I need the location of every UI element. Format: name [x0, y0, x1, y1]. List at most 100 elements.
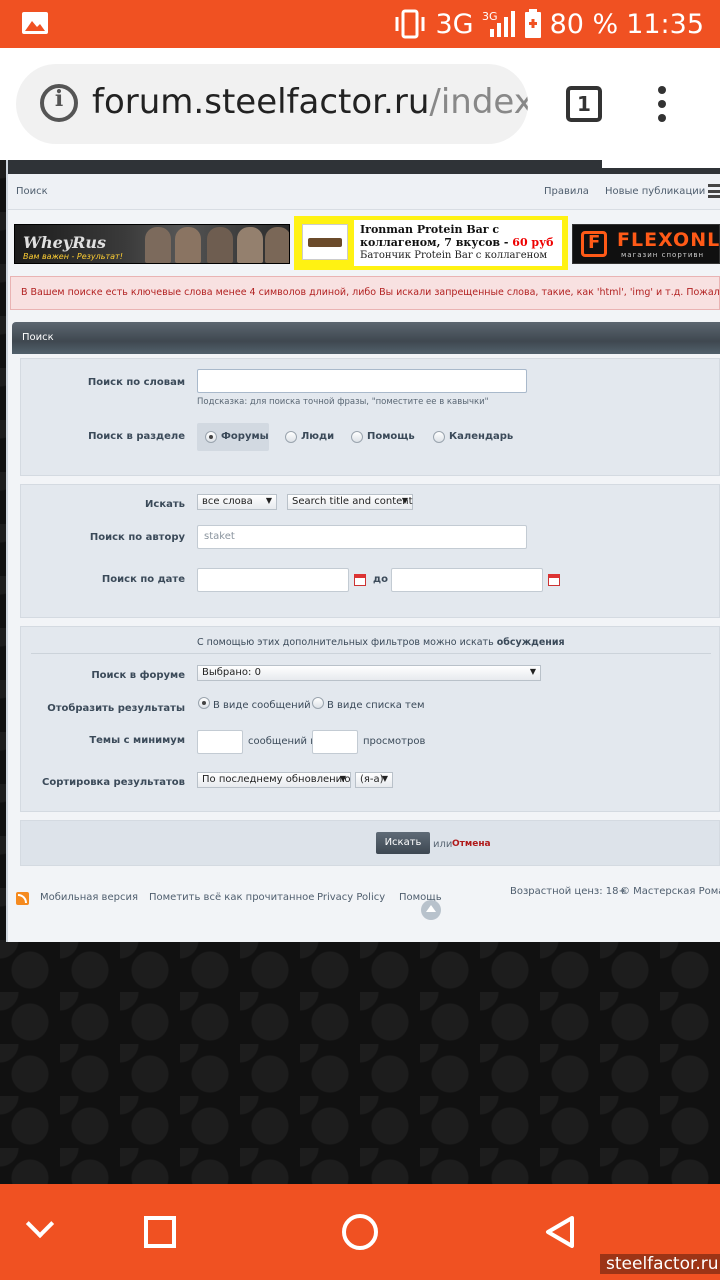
sub-navbar: Поиск Правила Новые публикации [8, 174, 720, 210]
section-calendar-label[interactable]: Календарь [449, 431, 513, 442]
forum-select[interactable]: Выбрано: 0 ▼ [197, 665, 541, 681]
chevron-down-icon: ▼ [529, 667, 536, 676]
find-select[interactable]: все слова ▼ [197, 494, 277, 510]
min-label: Темы с минимум [89, 735, 185, 746]
sort-label: Сортировка результатов [42, 777, 185, 788]
radio-help[interactable] [351, 431, 363, 443]
signal-icon: 3G [482, 10, 515, 37]
order-select[interactable]: (я-а) ▼ [355, 772, 393, 788]
date-to-label: до [373, 574, 388, 585]
panel-title: Поиск [12, 322, 720, 354]
chevron-down-icon: ▼ [339, 774, 346, 783]
min-posts-text: сообщений и [248, 736, 317, 747]
chevron-down-icon[interactable] [25, 1209, 55, 1239]
flex-slogan: магазин спортивн [621, 251, 705, 259]
watermark: steelfactor.ru [600, 1254, 720, 1274]
copyright: © Мастерская Роман [620, 886, 720, 897]
find-label: Искать [145, 499, 185, 510]
battery-percent: 80 % [549, 8, 619, 40]
author-label: Поиск по автору [89, 532, 185, 543]
chevron-down-icon: ▼ [381, 774, 388, 783]
back-button[interactable] [544, 1216, 576, 1248]
whey-banner[interactable]: WheyRus Вам важен - Результат! [14, 224, 290, 264]
flex-name: FLEXONL [617, 229, 720, 251]
image-notification-icon [22, 12, 48, 34]
radio-forums[interactable] [205, 431, 217, 443]
flexonline-banner[interactable]: FLEXONL магазин спортивн [572, 224, 720, 264]
rss-icon[interactable] [16, 892, 29, 905]
display-posts-label[interactable]: В виде сообщений [213, 700, 311, 711]
cancel-link[interactable]: Отмена [452, 839, 491, 849]
min-views-input[interactable] [312, 730, 358, 754]
sort-select[interactable]: По последнему обновлению ▼ [197, 772, 351, 788]
tabs-button[interactable]: 1 [566, 86, 602, 122]
search-options-section: Искать все слова ▼ Search title and conte… [20, 484, 720, 618]
nav-rules-link[interactable]: Правила [544, 186, 589, 197]
error-message: В Вашем поиске есть ключевые слова менее… [10, 276, 720, 310]
advanced-filters-section: С помощью этих дополнительных фильтров м… [20, 626, 720, 812]
battery-charging-icon [524, 9, 541, 38]
date-label: Поиск по дате [101, 574, 185, 585]
section-help-label[interactable]: Помощь [367, 431, 415, 442]
filters-note: С помощью этих дополнительных фильтров м… [197, 637, 565, 648]
network-type: 3G [435, 8, 474, 40]
url-text[interactable]: forum.steelfactor.ru/index [92, 82, 528, 122]
chevron-down-icon: ▼ [401, 496, 408, 505]
mobile-version-link[interactable]: Мобильная версия [40, 892, 138, 903]
clock: 11:35 [626, 8, 704, 40]
flex-logo-icon [581, 231, 607, 257]
status-bar: 3G 3G 80 % 11:35 [0, 0, 720, 48]
section-label: Поиск в разделе [88, 431, 185, 442]
calendar-icon[interactable] [548, 574, 560, 586]
keywords-input[interactable] [197, 369, 527, 393]
privacy-link[interactable]: Privacy Policy [317, 892, 385, 903]
home-button[interactable] [342, 1214, 378, 1250]
scope-select[interactable]: Search title and content ▼ [287, 494, 413, 510]
date-to-input[interactable] [391, 568, 543, 592]
age-rating: Возрастной ценз: 18+ [510, 886, 627, 897]
top-navbar [8, 160, 720, 174]
info-icon[interactable] [40, 84, 78, 122]
address-bar[interactable]: forum.steelfactor.ru/index [16, 64, 528, 144]
svg-text:3G: 3G [482, 10, 498, 23]
section-people-label[interactable]: Люди [301, 431, 334, 442]
footer: Мобильная версия Пометить всё как прочит… [8, 878, 720, 918]
nav-search-link[interactable]: Поиск [16, 186, 48, 197]
search-keywords-section: Поиск по словам Подсказка: для поиска то… [20, 358, 720, 476]
more-vert-icon[interactable] [658, 86, 670, 126]
whey-slogan: Вам важен - Результат! [23, 252, 123, 261]
search-submit-button[interactable]: Искать [376, 832, 430, 854]
calendar-icon[interactable] [354, 574, 366, 586]
author-input[interactable]: staket [197, 525, 527, 549]
date-from-input[interactable] [197, 568, 349, 592]
whey-logo-text: WheyRus [23, 233, 107, 252]
forum-label: Поиск в форуме [91, 670, 185, 681]
list-icon[interactable] [708, 184, 720, 198]
keywords-label: Поиск по словам [87, 377, 185, 388]
ironman-ad-banner[interactable]: Ironman Protein Bar с коллагеном, 7 вкус… [294, 216, 568, 270]
display-topics-label[interactable]: В виде списка тем [327, 700, 425, 711]
radio-display-topics[interactable] [312, 697, 324, 709]
submit-row [20, 820, 720, 866]
protein-bar-image [302, 224, 348, 260]
nav-new-posts-link[interactable]: Новые публикации [605, 186, 705, 197]
ad-title: Ironman Protein Bar с коллагеном, 7 вкус… [360, 223, 509, 249]
section-forums-label[interactable]: Форумы [221, 431, 269, 442]
keywords-hint: Подсказка: для поиска точной фразы, "пом… [197, 397, 489, 407]
chevron-down-icon: ▼ [265, 496, 272, 505]
display-label: Отобразить результаты [47, 703, 185, 714]
mark-read-link[interactable]: Пометить всё как прочитанное [149, 892, 314, 903]
ad-price: 60 руб [512, 236, 554, 249]
radio-calendar[interactable] [433, 431, 445, 443]
recents-button[interactable] [144, 1216, 176, 1248]
vibrate-icon [395, 9, 425, 39]
url-domain: forum.steelfactor.ru [92, 82, 430, 122]
radio-display-posts[interactable] [198, 697, 210, 709]
url-path: /index [429, 82, 528, 122]
radio-people[interactable] [285, 431, 297, 443]
web-page: Поиск Правила Новые публикации WheyRus В… [0, 160, 720, 1184]
or-text: или [433, 839, 453, 850]
scroll-to-top-icon[interactable] [421, 900, 441, 920]
min-views-text: просмотров [363, 736, 426, 747]
min-posts-input[interactable] [197, 730, 243, 754]
